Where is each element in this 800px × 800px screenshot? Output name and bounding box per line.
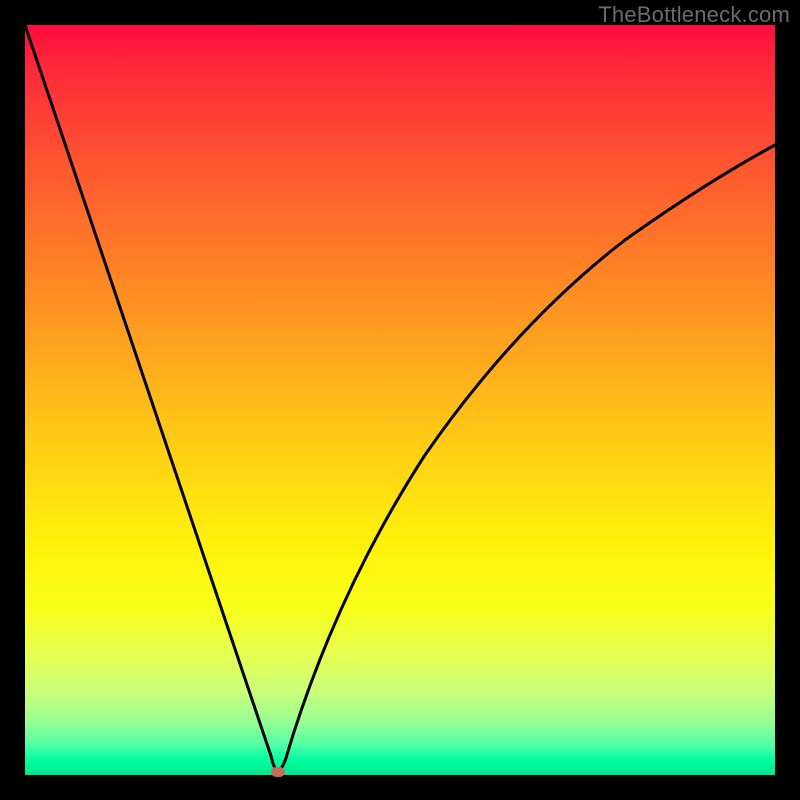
optimal-point-marker bbox=[271, 767, 285, 777]
bottleneck-curve bbox=[25, 25, 775, 775]
chart-frame: TheBottleneck.com bbox=[0, 0, 800, 800]
curve-path bbox=[25, 25, 775, 770]
watermark-text: TheBottleneck.com bbox=[598, 2, 790, 28]
